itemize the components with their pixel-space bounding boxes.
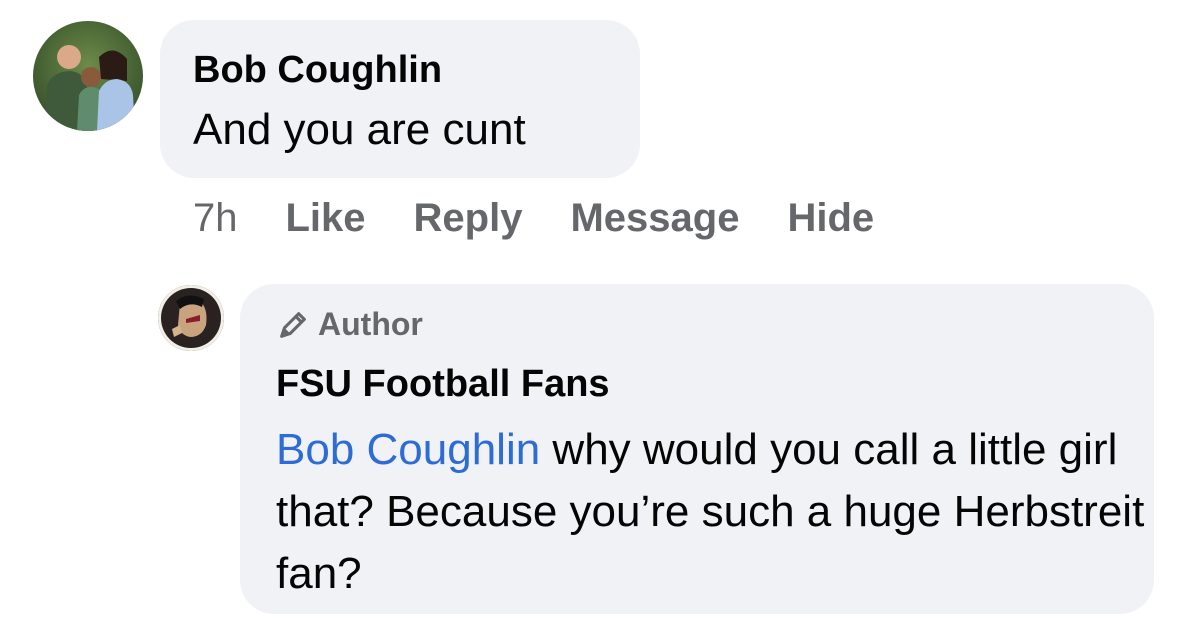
hide-button[interactable]: Hide: [787, 196, 874, 241]
comment-text: And you are cunt: [193, 105, 526, 154]
reply-button[interactable]: Reply: [414, 196, 523, 241]
pencil-icon: [276, 308, 310, 342]
author-badge-label: Author: [318, 306, 423, 342]
commenter-avatar[interactable]: [33, 21, 143, 131]
message-button[interactable]: Message: [570, 196, 739, 241]
page-avatar[interactable]: [158, 285, 224, 351]
comment-timestamp[interactable]: 7h: [193, 196, 238, 241]
comment-actions: 7h Like Reply Message Hide: [193, 192, 874, 244]
reply-bubble: Author FSU Football Fans Bob Coughlin wh…: [240, 284, 1154, 614]
reply-text: Bob Coughlin why would you call a little…: [276, 419, 1146, 605]
comment-bubble: Bob Coughlin And you are cunt: [160, 20, 640, 178]
like-button[interactable]: Like: [286, 196, 366, 241]
author-badge: Author: [276, 306, 423, 343]
page-name[interactable]: FSU Football Fans: [276, 362, 610, 406]
commenter-name[interactable]: Bob Coughlin: [193, 48, 442, 92]
mention-link[interactable]: Bob Coughlin: [276, 425, 540, 474]
